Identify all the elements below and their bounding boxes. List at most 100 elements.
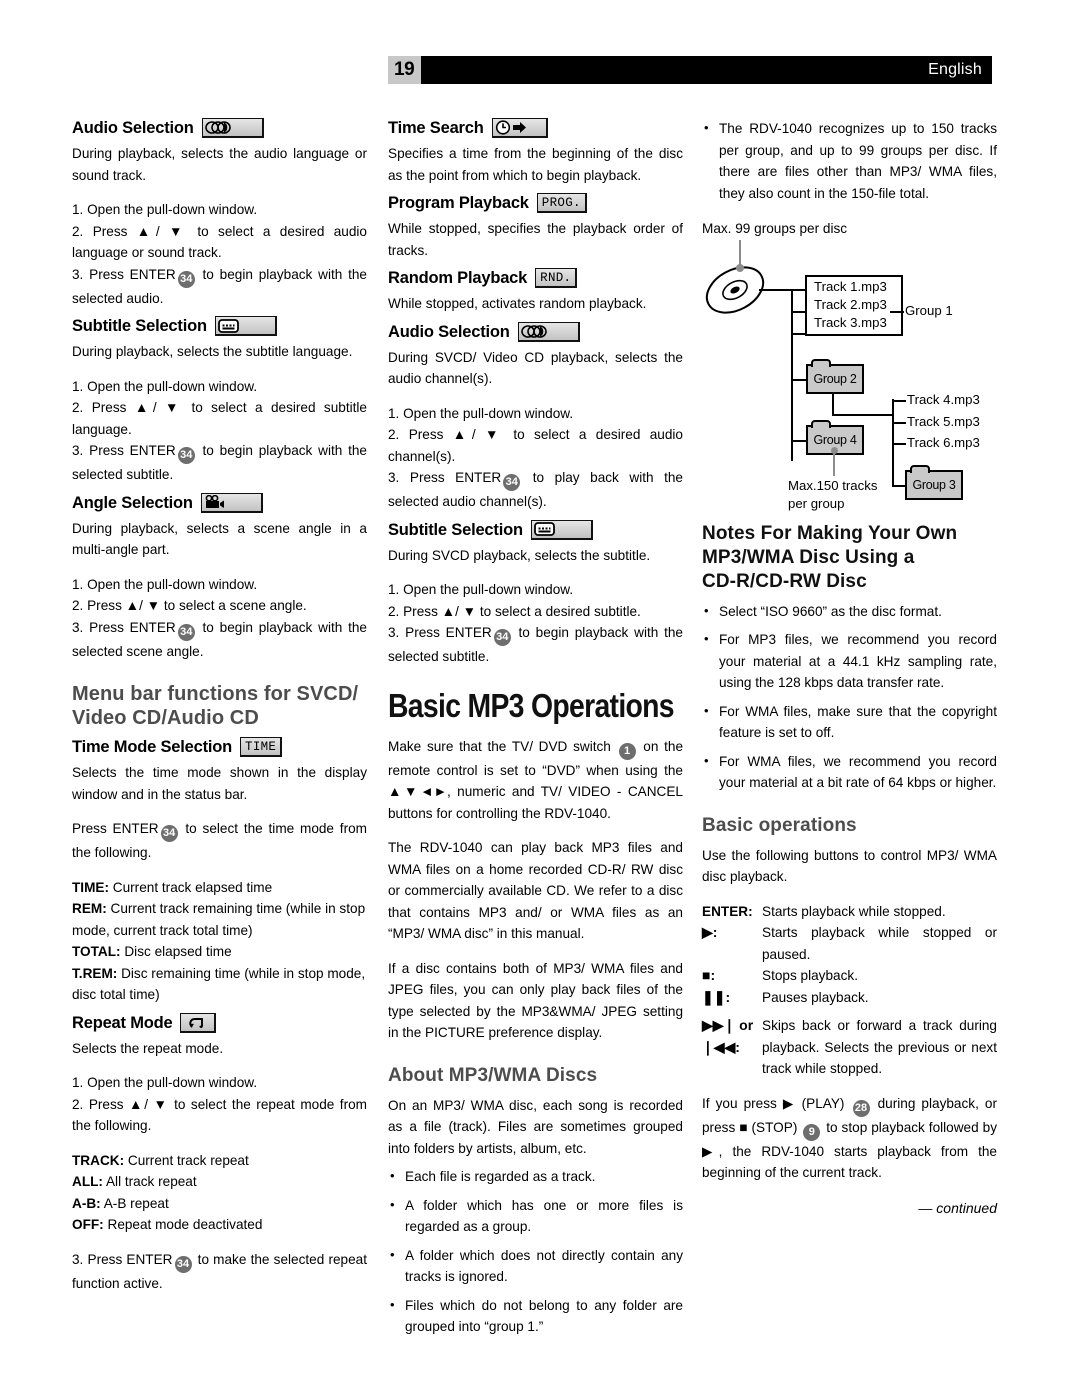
angle-selection-step-2: 2. Press ▲/ ▼ to select a scene angle. bbox=[72, 598, 307, 613]
audio-selection-step-2: 2. Press ▲/ ▼ to select a desired audio … bbox=[72, 223, 367, 261]
folder-label: Group 2 bbox=[813, 371, 857, 386]
column-middle: Time Search Specifies a time from the be… bbox=[388, 118, 683, 1345]
mp3-intro-paragraph-1: Make sure that the TV/ DVD switch 1 on t… bbox=[388, 738, 684, 821]
subtitle-selection-step-1: 1. Open the pull-down window. bbox=[72, 378, 258, 394]
operation-desc: Starts playback while stopped or paused. bbox=[762, 925, 997, 962]
basic-operations-heading: Basic operations bbox=[702, 814, 857, 836]
movie-camera-icon bbox=[200, 492, 263, 513]
audio-selection-svcd-desc: During SVCD/ Video CD playback, selects … bbox=[388, 349, 683, 387]
group2-across-line bbox=[832, 413, 894, 416]
subtitle-icon bbox=[530, 519, 593, 540]
audio-channels-icon bbox=[517, 321, 580, 342]
subtitle-selection-svcd-desc: During SVCD playback, selects the subtit… bbox=[388, 547, 651, 563]
diagram-caption-bottom-line2: per group bbox=[788, 495, 845, 511]
track-label: Track 4.mp3 bbox=[907, 391, 980, 407]
repeat-mode-item: A-B: A-B repeat bbox=[72, 1195, 169, 1211]
section-random-playback-heading: Random Playback RND. bbox=[388, 268, 683, 288]
group3-folder: Group 3 bbox=[905, 464, 963, 500]
about-mp3-wma-discs-heading: About MP3/WMA Discs bbox=[388, 1064, 598, 1086]
branch-group4 bbox=[791, 439, 807, 442]
header-language-label: English bbox=[928, 61, 982, 78]
section-time-search-heading: Time Search bbox=[388, 118, 683, 138]
group1-tracks-box: Track 1.mp3 Track 2.mp3 Track 3.mp3 bbox=[805, 274, 903, 336]
section-subtitle-selection-heading: Subtitle Selection bbox=[72, 316, 367, 336]
operation-desc: Stops playback. bbox=[762, 968, 858, 983]
column-left: Audio Selection During playback, selects… bbox=[72, 118, 367, 1294]
remote-key-badge: 28 bbox=[852, 1099, 870, 1117]
about-mp3-paragraph: On an MP3/ WMA disc, each song is record… bbox=[388, 1097, 683, 1156]
track-label: Track 1.mp3 bbox=[814, 278, 887, 294]
mp3-intro-paragraph-3: If a disc contains both of MP3/ WMA file… bbox=[388, 960, 683, 1041]
page-number: 19 bbox=[388, 56, 422, 84]
skip-back-icon: ❘◀◀: bbox=[702, 1038, 740, 1055]
operation-row: ▶: Starts playback while stopped or paus… bbox=[702, 922, 997, 965]
section-title: Random Playback bbox=[388, 269, 528, 287]
subtitle-selection-desc: During playback, selects the subtitle la… bbox=[72, 344, 353, 359]
operation-desc: Pauses playback. bbox=[762, 989, 869, 1005]
operation-row: ❚❚: Pauses playback. bbox=[702, 987, 997, 1009]
time-badge: TIME bbox=[240, 737, 283, 757]
time-mode-item: TIME: Current track elapsed time bbox=[72, 879, 273, 895]
track-label: Track 3.mp3 bbox=[814, 314, 887, 330]
notes-heading-line-1: Notes For Making Your Own bbox=[702, 522, 958, 544]
list-item: The RDV-1040 recognizes up to 150 tracks… bbox=[702, 117, 997, 204]
section-program-playback-heading: Program Playback PROG. bbox=[388, 193, 683, 213]
branch-group2 bbox=[791, 378, 807, 381]
repeat-mode-step-2: 2. Press ▲/ ▼ to select the repeat mode … bbox=[72, 1096, 367, 1134]
folder-label: Group 3 bbox=[912, 477, 956, 492]
audio-svcd-step-2: 2. Press ▲/ ▼ to select a desired audio … bbox=[388, 427, 683, 464]
caption-pointer-line bbox=[739, 239, 741, 266]
notes-heading: Notes For Making Your Own MP3/WMA Disc U… bbox=[702, 522, 997, 594]
section-repeat-mode-heading: Repeat Mode bbox=[72, 1012, 367, 1033]
diagram-caption-bottom-line1: Max.150 tracks bbox=[788, 477, 878, 493]
caption-pointer-dot bbox=[736, 263, 744, 272]
group4-pointer-line bbox=[833, 449, 835, 476]
section-title: Time Search bbox=[388, 119, 484, 137]
repeat-icon bbox=[180, 1012, 217, 1033]
pause-icon: ❚❚: bbox=[702, 988, 731, 1005]
group1-label: Group 1 bbox=[905, 302, 953, 318]
audio-selection-step-3: 3. Press ENTER 34 to begin playback with … bbox=[72, 266, 367, 306]
time-search-desc: Specifies a time from the beginning of t… bbox=[388, 146, 683, 183]
remote-key-badge: 34 bbox=[177, 623, 195, 641]
operation-desc: Skips back or forward a track during pla… bbox=[762, 1018, 997, 1076]
list-item: For WMA files, make sure that the copyri… bbox=[702, 700, 997, 744]
section-subtitle-selection-svcd-heading: Subtitle Selection bbox=[388, 519, 683, 540]
section-title: Repeat Mode bbox=[72, 1013, 173, 1032]
diagram-caption-top: Max. 99 groups per disc bbox=[702, 221, 848, 236]
angle-selection-desc: During playback, selects a scene angle i… bbox=[72, 520, 367, 558]
section-title: Angle Selection bbox=[72, 493, 193, 512]
branch-track6 bbox=[892, 442, 906, 445]
remote-key-badge: 34 bbox=[493, 629, 511, 646]
clock-arrow-icon bbox=[491, 118, 548, 138]
prog-badge: PROG. bbox=[536, 193, 587, 213]
list-item: A folder which has one or more files is … bbox=[388, 1194, 683, 1238]
section-title: Subtitle Selection bbox=[388, 520, 523, 539]
rnd-badge: RND. bbox=[535, 268, 578, 288]
section-title: Audio Selection bbox=[72, 119, 194, 137]
time-mode-item: REM: Current track remaining time (while… bbox=[72, 901, 366, 938]
audio-selection-step-1: 1. Open the pull-down window. bbox=[72, 202, 258, 217]
manual-page: 19 English Audio Selection During playba… bbox=[0, 0, 1080, 1397]
repeat-mode-desc: Selects the repeat mode. bbox=[72, 1040, 224, 1056]
page-header: 19 English bbox=[388, 56, 992, 84]
track-label: Track 6.mp3 bbox=[907, 434, 980, 450]
remote-key-badge: 34 bbox=[177, 270, 195, 288]
section-time-mode-heading: Time Mode Selection TIME bbox=[72, 737, 367, 757]
audio-svcd-step-3: 3. Press ENTER 34 to play back with the s… bbox=[388, 470, 683, 509]
skip-forward-icon: ▶▶❘ or bbox=[702, 1017, 754, 1033]
repeat-mode-item: OFF: Repeat mode deactivated bbox=[72, 1217, 263, 1232]
list-item: Each file is regarded as a track. bbox=[388, 1165, 683, 1188]
section-audio-selection-heading: Audio Selection bbox=[72, 118, 367, 138]
folder-label: Group 4 bbox=[813, 432, 857, 447]
time-mode-press-enter: Press ENTER 34 to select the time mode fr… bbox=[72, 821, 367, 860]
mp3-disc-structure-diagram: Track 1.mp3 Track 2.mp3 Track 3.mp3 Grou… bbox=[702, 239, 997, 522]
audio-svcd-step-1: 1. Open the pull-down window. bbox=[388, 405, 574, 421]
time-mode-desc: Selects the time mode shown in the displ… bbox=[72, 765, 367, 802]
header-black-bar: English bbox=[421, 56, 992, 84]
group2-folder: Group 2 bbox=[806, 358, 864, 394]
disc-connector bbox=[759, 288, 793, 291]
subtitle-selection-step-3: 3. Press ENTER 34 to begin playback with … bbox=[72, 443, 367, 482]
subtitle-svcd-step-2: 2. Press ▲/ ▼ to select a desired subtit… bbox=[388, 603, 641, 619]
remote-key-badge: 34 bbox=[177, 447, 195, 464]
